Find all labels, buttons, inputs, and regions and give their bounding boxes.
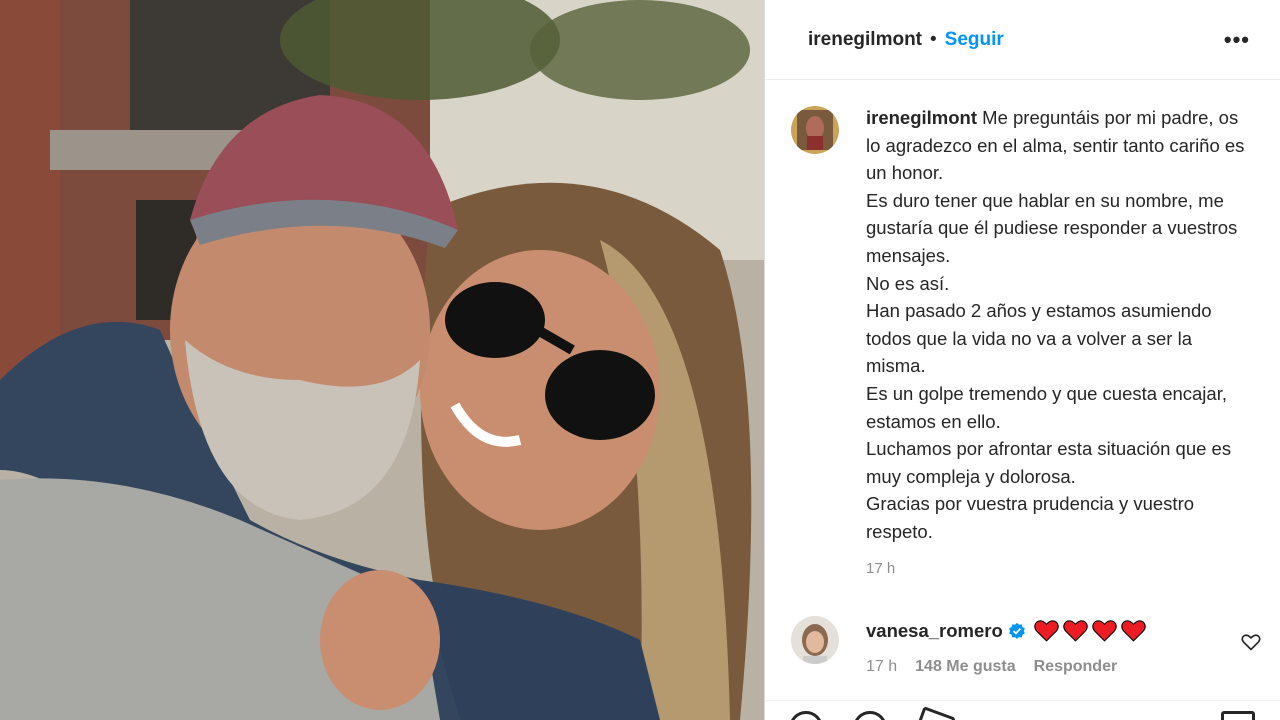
red-heart-icon <box>1121 620 1146 642</box>
comment-item: vanesa_romero 17 h 148 Me gusta Responde… <box>791 616 1261 686</box>
comment-likes-count[interactable]: 148 Me gusta <box>915 658 1015 676</box>
comment-hearts <box>1034 619 1146 642</box>
red-heart-icon <box>1034 620 1059 642</box>
post-actions-bar <box>765 700 1280 720</box>
save-icon[interactable] <box>1221 711 1255 720</box>
red-heart-icon <box>1063 620 1088 642</box>
post-photo-illustration <box>0 0 764 720</box>
header-separator: • <box>930 28 937 50</box>
comment-timestamp[interactable]: 17 h <box>866 658 897 676</box>
comment-meta: 17 h 148 Me gusta Responder <box>866 658 1117 676</box>
caption-timestamp[interactable]: 17 h <box>866 560 895 577</box>
share-icon[interactable] <box>912 706 956 720</box>
like-comment-heart-icon[interactable] <box>1241 632 1261 652</box>
caption-text: Me preguntáis por mi padre, os lo agrade… <box>866 107 1245 542</box>
comment-icon[interactable] <box>853 711 887 720</box>
more-options-icon[interactable]: ••• <box>1224 28 1250 51</box>
post-photo[interactable] <box>0 0 764 720</box>
follow-button[interactable]: Seguir <box>945 29 1004 51</box>
comment-line: vanesa_romero <box>866 619 1146 642</box>
red-heart-icon <box>1092 620 1117 642</box>
commenter-username[interactable]: vanesa_romero <box>866 620 1003 642</box>
reply-button[interactable]: Responder <box>1034 658 1118 676</box>
author-avatar[interactable] <box>791 106 839 154</box>
post-header: irenegilmont • Seguir ••• <box>765 0 1280 80</box>
caption-username[interactable]: irenegilmont <box>866 107 977 128</box>
post-author-username[interactable]: irenegilmont <box>808 29 922 51</box>
post-side-panel: irenegilmont • Seguir ••• irenegilmont M… <box>764 0 1280 720</box>
caption-body: irenegilmont Me preguntáis por mi padre,… <box>866 104 1256 546</box>
verified-badge-icon <box>1008 622 1025 639</box>
like-post-icon[interactable] <box>789 711 823 720</box>
commenter-avatar[interactable] <box>791 616 839 664</box>
author-avatar-image <box>791 106 839 154</box>
commenter-avatar-image <box>791 616 839 664</box>
